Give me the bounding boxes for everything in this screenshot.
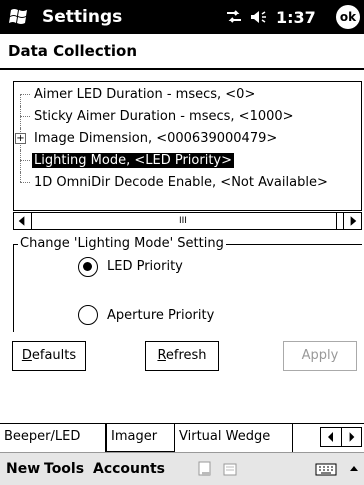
title-bar: Settings 1:37 ok (0, 0, 364, 34)
command-bar: New Tools Accounts (0, 452, 364, 485)
radio-aperture-priority[interactable] (78, 305, 98, 325)
refresh-button[interactable]: Refresh (145, 341, 219, 371)
tree-item-label: Lighting Mode, <LED Priority> (32, 153, 235, 168)
radio-selected-dot (83, 262, 92, 271)
tab-next-icon[interactable] (341, 428, 361, 446)
scroll-left-icon[interactable] (14, 213, 32, 229)
scroll-grip: III (179, 216, 187, 226)
tree-item-label: Aimer LED Duration - msecs, <0> (34, 87, 256, 102)
folder-icon[interactable] (221, 460, 239, 478)
tab-beeper-led[interactable]: Beeper/LED (0, 424, 106, 452)
keyboard-icon[interactable] (315, 460, 337, 478)
connectivity-icon[interactable] (225, 9, 243, 25)
radio-label[interactable]: Aperture Priority (107, 308, 214, 323)
radio-label[interactable]: LED Priority (107, 259, 183, 274)
page-title: Data Collection (8, 42, 138, 60)
menu-accounts[interactable]: Accounts (93, 461, 165, 477)
app-title[interactable]: Settings (42, 7, 122, 27)
settings-tree[interactable]: Aimer LED Duration - msecs, <0> Sticky A… (13, 81, 362, 211)
radio-led-priority[interactable] (78, 257, 98, 277)
clock[interactable]: 1:37 (276, 8, 316, 27)
tab-imager[interactable]: Imager (106, 424, 175, 452)
windows-flag-icon[interactable] (8, 6, 30, 28)
tree-item-label: Sticky Aimer Duration - msecs, <1000> (34, 109, 294, 124)
header-divider (0, 68, 364, 70)
groupbox-legend: Change 'Lighting Mode' Setting (18, 236, 226, 251)
scroll-thumb[interactable]: III (32, 213, 337, 229)
speaker-icon[interactable] (250, 8, 272, 26)
tab-virtual-wedge[interactable]: Virtual Wedge (175, 424, 293, 452)
ok-button[interactable]: ok (336, 5, 360, 29)
menu-tools[interactable]: Tools (44, 461, 84, 477)
tree-item-label: 1D OmniDir Decode Enable, <Not Available… (34, 175, 328, 190)
tab-scroll-buttons[interactable] (320, 427, 362, 447)
defaults-button[interactable]: Defaults (12, 341, 86, 371)
tree-item-label: Image Dimension, <000639000479> (34, 131, 278, 146)
apply-button[interactable]: Apply (283, 341, 357, 371)
scroll-right-icon[interactable] (343, 213, 361, 229)
menu-new[interactable]: New (6, 461, 40, 477)
sip-menu-icon[interactable] (348, 460, 360, 478)
expand-icon[interactable]: + (15, 133, 26, 144)
document-icon[interactable] (196, 460, 214, 478)
tab-prev-icon[interactable] (321, 428, 341, 446)
horizontal-scrollbar[interactable]: III (13, 212, 362, 230)
